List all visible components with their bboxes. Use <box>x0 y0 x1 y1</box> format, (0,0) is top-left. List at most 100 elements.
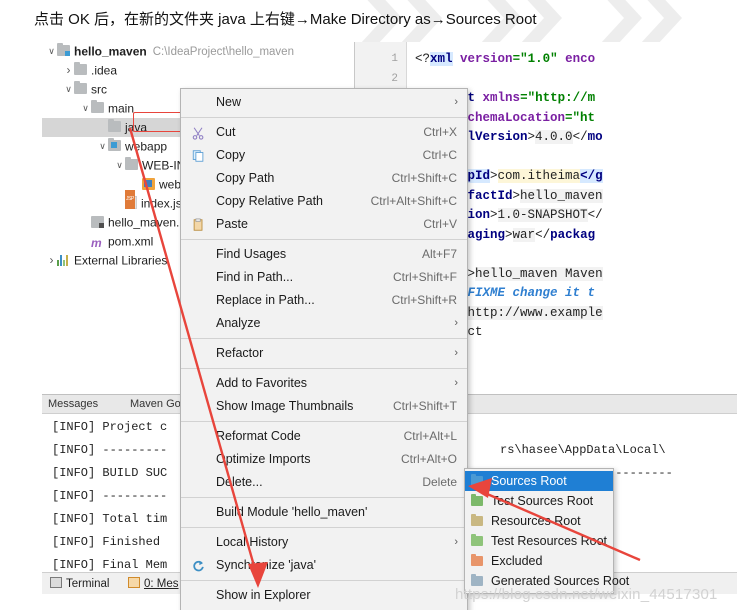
folder-icon <box>74 81 87 94</box>
menu-item-label: Show in Explorer <box>216 588 311 602</box>
submenu-chevron-right-icon: › <box>454 377 458 389</box>
terminal-icon <box>50 577 62 588</box>
library-bar <box>60 255 62 266</box>
resources-root-icon <box>471 514 483 526</box>
submenu-item-label: Test Resources Root <box>491 534 608 548</box>
tab-messages[interactable]: Messages <box>48 398 98 410</box>
tree-item-label: webapp <box>125 139 168 154</box>
library-icon <box>57 254 70 266</box>
submenu-chevron-right-icon: › <box>454 96 458 108</box>
menu-item-reformat-code[interactable]: Reformat Code Ctrl+Alt+L <box>181 425 467 448</box>
menu-item-shortcut: Alt+F7 <box>421 247 457 261</box>
menu-item-cut[interactable]: Cut Ctrl+X <box>181 121 467 144</box>
status-terminal-label: Terminal <box>66 578 110 590</box>
menu-item-label: Replace in Path... <box>216 293 315 307</box>
folder-icon <box>108 119 121 132</box>
menu-item-local-history[interactable]: Local History › <box>181 531 467 554</box>
chevron-down-icon[interactable]: ∨ <box>97 137 108 156</box>
menu-item-label: Analyze <box>216 316 261 330</box>
menu-separator <box>181 580 467 581</box>
screenshot-root: 点击 OK 后，在新的文件夹 java 上右键→Make Directory a… <box>0 0 737 610</box>
tree-item-path: C:\IdeaProject\hello_maven <box>152 46 294 58</box>
line-number: 2 <box>391 72 398 85</box>
menu-item-shortcut: Ctrl+X <box>423 125 457 139</box>
menu-item-replace-in-path[interactable]: Replace in Path... Ctrl+Shift+R <box>181 289 467 312</box>
chevron-down-icon[interactable]: ∨ <box>114 156 125 175</box>
chevron-down-icon[interactable]: ∨ <box>46 42 57 61</box>
module-folder-icon <box>57 43 70 56</box>
line-number: 1 <box>391 53 398 65</box>
menu-item-label: Show Image Thumbnails <box>216 399 354 413</box>
test-resources-root-icon <box>471 534 483 546</box>
menu-item-label: Find Usages <box>216 247 287 261</box>
menu-item-add-to-favorites[interactable]: Add to Favorites › <box>181 372 467 395</box>
menu-item-shortcut: Ctrl+V <box>423 217 457 231</box>
submenu-item-resources-root[interactable]: Resources Root <box>465 511 613 531</box>
menu-item-shortcut: Ctrl+Shift+T <box>392 399 457 413</box>
submenu-chevron-right-icon: › <box>454 347 458 359</box>
excluded-icon <box>471 554 483 566</box>
chevron-right-icon[interactable]: › <box>46 251 57 270</box>
status-messages-button[interactable]: 0: Mes <box>128 577 179 590</box>
menu-separator <box>181 338 467 339</box>
tree-item-hello_maven[interactable]: ∨ hello_maven C:\IdeaProject\hello_maven <box>42 42 360 61</box>
menu-item-synchronize-java[interactable]: Synchronize 'java' <box>181 554 467 577</box>
menu-item-label: Refactor <box>216 346 264 360</box>
menu-item-show-in-explorer[interactable]: Show in Explorer <box>181 584 467 607</box>
menu-item-label: Synchronize 'java' <box>216 558 316 572</box>
menu-item-label: Local History <box>216 535 289 549</box>
chevron-down-icon[interactable]: ∨ <box>63 80 74 99</box>
menu-item-refactor[interactable]: Refactor › <box>181 342 467 365</box>
folder-icon <box>74 62 87 75</box>
menu-item-find-usages[interactable]: Find Usages Alt+F7 <box>181 243 467 266</box>
menu-item-shortcut: Ctrl+Shift+C <box>391 171 457 185</box>
menu-item-paste[interactable]: Paste Ctrl+V <box>181 213 467 236</box>
menu-item-label: Find in Path... <box>216 270 294 284</box>
submenu-chevron-right-icon: › <box>454 317 458 329</box>
watermark-url: https://blog.csdn.net/weixin_44517301 <box>455 586 718 603</box>
sync-icon <box>193 560 204 572</box>
chevron-down-icon[interactable]: ∨ <box>80 99 91 118</box>
menu-item-build-module-hello-maven[interactable]: Build Module 'hello_maven' <box>181 501 467 524</box>
paste-icon <box>193 218 203 231</box>
chevron-right-icon[interactable]: › <box>63 61 74 80</box>
submenu-item-excluded[interactable]: Excluded <box>465 551 613 571</box>
menu-item-analyze[interactable]: Analyze › <box>181 312 467 335</box>
menu-item-copy-path[interactable]: Copy Path Ctrl+Shift+C <box>181 167 467 190</box>
menu-separator <box>181 368 467 369</box>
menu-item-shortcut: Ctrl+Alt+Shift+C <box>370 194 457 208</box>
messages-icon <box>128 577 140 588</box>
sources-marker <box>111 142 117 148</box>
menu-item-copy-relative-path[interactable]: Copy Relative Path Ctrl+Alt+Shift+C <box>181 190 467 213</box>
submenu-item-test-resources-root[interactable]: Test Resources Root <box>465 531 613 551</box>
tree-item-label: java <box>125 120 148 135</box>
submenu-item-label: Excluded <box>491 554 543 568</box>
sources-folder-icon <box>108 138 121 151</box>
menu-item-delete[interactable]: Delete... Delete <box>181 471 467 494</box>
menu-item-label: Optimize Imports <box>216 452 311 466</box>
folder-icon <box>91 100 104 113</box>
submenu-item-label: Sources Root <box>491 474 567 488</box>
menu-item-label: Delete... <box>216 475 263 489</box>
menu-item-label: Build Module 'hello_maven' <box>216 505 368 519</box>
menu-separator <box>181 117 467 118</box>
sources-root-icon <box>471 474 483 486</box>
mark-directory-as-submenu[interactable]: Sources Root Test Sources Root Resources R… <box>464 468 629 594</box>
tree-item-label: src <box>91 82 107 97</box>
status-terminal-button[interactable]: Terminal <box>50 577 109 590</box>
menu-item-shortcut: Ctrl+C <box>422 148 457 162</box>
menu-item-optimize-imports[interactable]: Optimize Imports Ctrl+Alt+O <box>181 448 467 471</box>
tree-item-.idea[interactable]: › .idea <box>42 61 360 80</box>
test-sources-root-icon <box>471 494 483 506</box>
menu-item-new[interactable]: New › <box>181 91 467 114</box>
menu-item-find-in-path[interactable]: Find in Path... Ctrl+Shift+F <box>181 266 467 289</box>
submenu-item-sources-root[interactable]: Sources Root <box>465 471 613 491</box>
submenu-item-test-sources-root[interactable]: Test Sources Root <box>465 491 613 511</box>
folder-icon <box>125 157 138 170</box>
menu-item-copy[interactable]: Copy Ctrl+C <box>181 144 467 167</box>
context-menu[interactable]: New › Cut Ctrl+X Copy Ctrl+C Copy Path Ctrl+Shi… <box>180 88 468 610</box>
tree-item-label: .idea <box>91 63 118 78</box>
menu-item-label: New <box>216 95 242 109</box>
menu-item-label: Copy Path <box>216 171 275 185</box>
menu-item-show-image-thumbnails[interactable]: Show Image Thumbnails Ctrl+Shift+T <box>181 395 467 418</box>
